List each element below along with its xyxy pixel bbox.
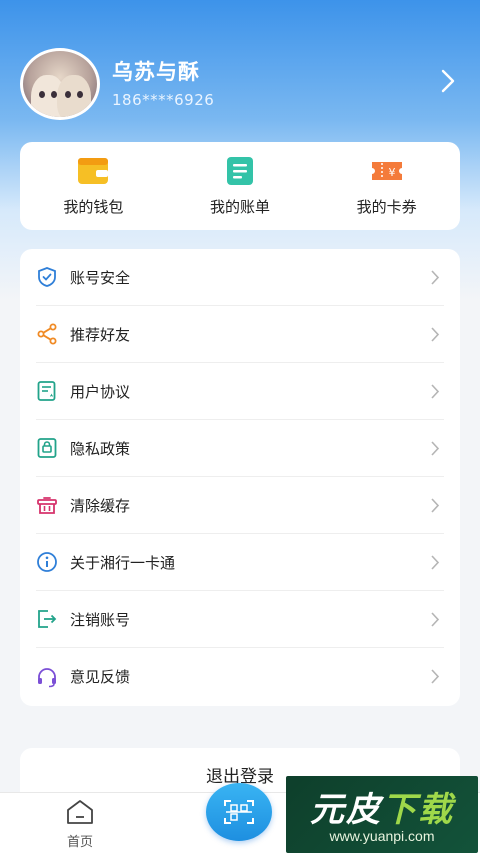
profile-header[interactable]: 乌苏与酥 186****6926 [0,40,480,130]
quick-item-wallet[interactable]: 我的钱包 [33,156,153,217]
trash-icon [37,497,57,514]
coupon-icon: ¥ [371,161,402,180]
avatar [20,48,100,120]
chevron-right-icon [431,270,440,285]
chevron-right-icon [431,669,440,684]
tab-home-label: 首页 [66,835,93,850]
scan-button[interactable] [206,783,272,841]
chevron-right-icon [431,441,440,456]
chevron-right-icon [431,384,440,399]
logout-icon [38,610,57,628]
menu-item-account-security[interactable]: 账号安全 [36,249,444,306]
menu-item-cancel-account[interactable]: 注销账号 [36,591,444,648]
scan-icon [224,800,254,824]
menu-item-user-agreement[interactable]: 用户协议 [36,363,444,420]
menu-item-label: 用户协议 [70,382,131,401]
quick-item-coupon[interactable]: ¥ 我的卡券 [327,156,447,217]
wallet-icon [78,157,109,184]
quick-actions-card: 我的钱包 我的账单 ¥ 我的卡券 [20,142,460,230]
chevron-right-icon [431,498,440,513]
menu-item-label: 意见反馈 [70,668,131,686]
menu-item-recommend-friends[interactable]: 推荐好友 [36,306,444,363]
bill-icon [226,156,253,185]
tab-home[interactable]: 首页 [50,799,110,851]
menu-item-label: 关于湘行一卡通 [70,553,176,572]
menu-item-label: 注销账号 [70,610,131,629]
quick-item-bill[interactable]: 我的账单 [180,156,300,217]
agreement-icon [37,381,56,401]
quick-item-label: 我的账单 [209,197,270,216]
watermark-url: www.yuanpi.com [329,828,435,844]
quick-item-label: 我的钱包 [63,197,124,216]
watermark-title: 元皮下载 [286,782,478,831]
chevron-right-icon [431,327,440,342]
settings-menu: 账号安全 推荐好友 用户协议 隐私政策 清除缓存 关于湘行一卡通 注销账号 意见… [20,249,460,706]
menu-item-label: 账号安全 [70,268,131,287]
menu-item-label: 隐私政策 [70,439,131,458]
share-icon [37,323,57,345]
menu-item-label: 清除缓存 [70,496,131,515]
menu-item-privacy-policy[interactable]: 隐私政策 [36,420,444,477]
headset-icon [38,667,56,687]
svg-text:¥: ¥ [388,166,395,179]
chevron-right-icon [431,555,440,570]
chevron-right-icon [431,612,440,627]
user-name: 乌苏与酥 [112,60,200,84]
menu-item-label: 推荐好友 [70,325,131,344]
watermark-text-a: 元皮 [310,790,382,830]
home-icon [67,800,93,824]
info-icon [37,552,57,572]
user-phone: 186****6926 [112,91,215,109]
menu-item-clear-cache[interactable]: 清除缓存 [36,477,444,534]
chevron-right-icon[interactable] [438,68,458,94]
menu-item-about[interactable]: 关于湘行一卡通 [36,534,444,591]
watermark-logo: 元皮下载 www.yuanpi.com [286,776,478,853]
menu-item-feedback[interactable]: 意见反馈 [36,648,444,705]
watermark-text-b: 下载 [382,790,454,830]
shield-icon [38,267,56,287]
quick-item-label: 我的卡券 [356,197,417,216]
privacy-icon [37,438,57,458]
